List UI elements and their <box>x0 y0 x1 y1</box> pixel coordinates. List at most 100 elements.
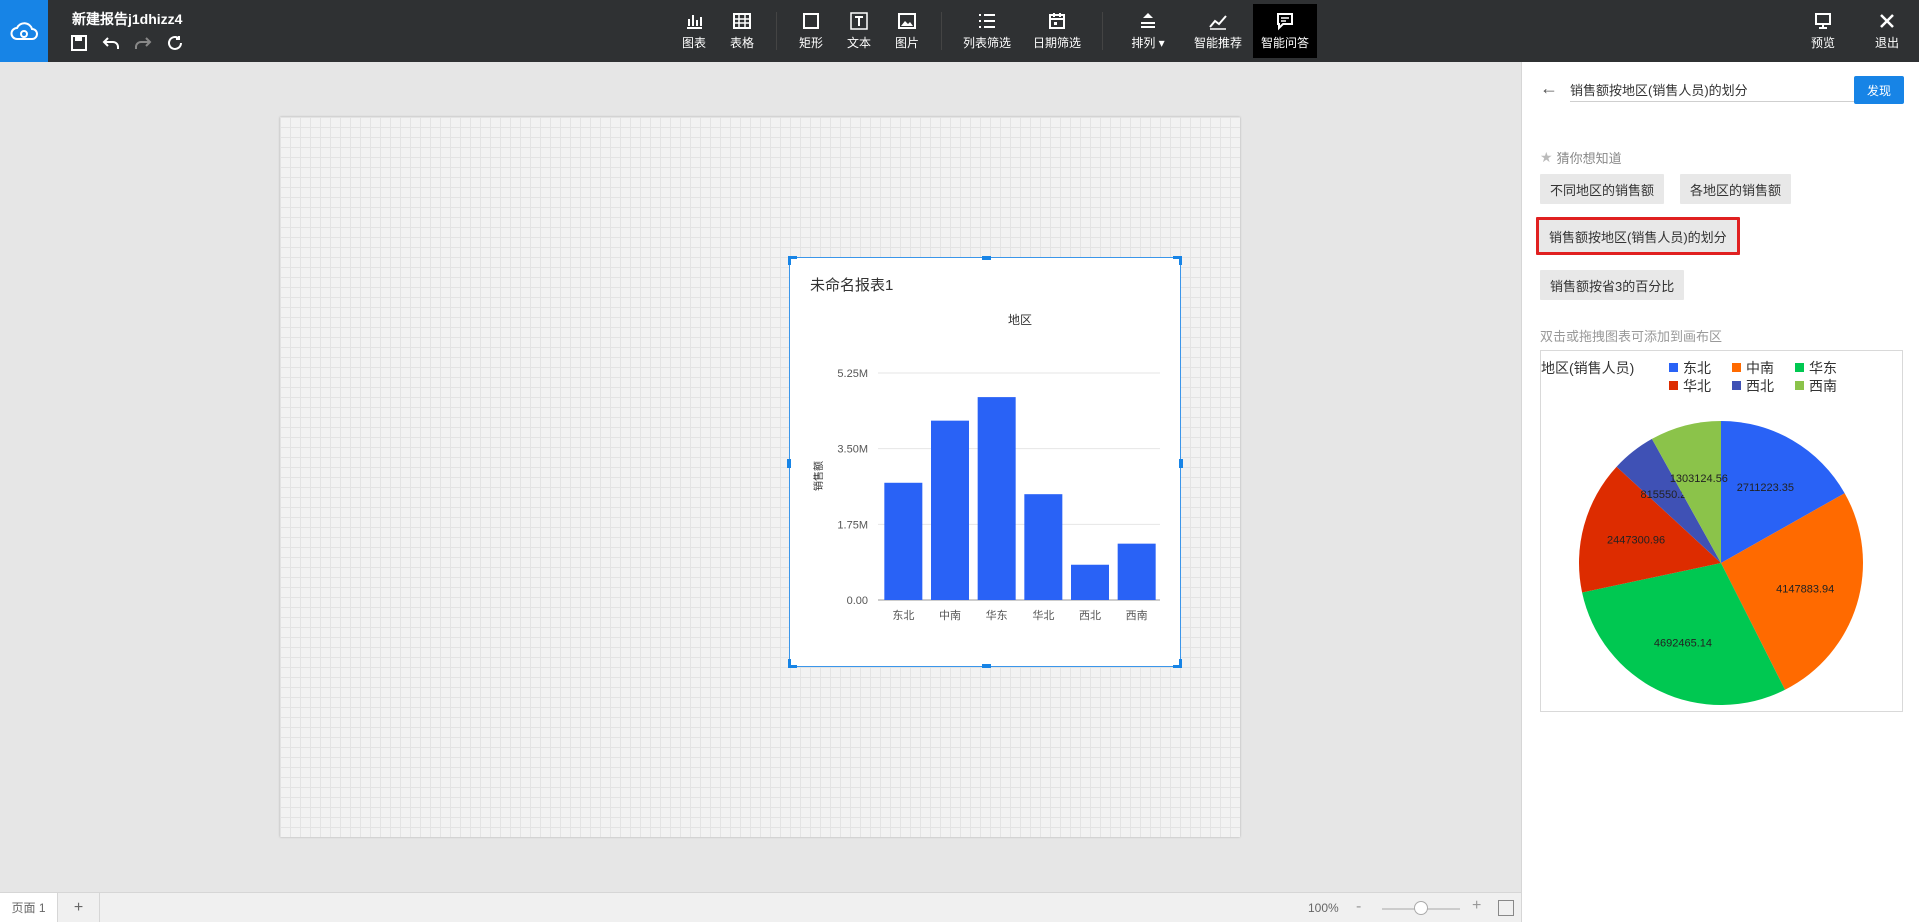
save-icon[interactable] <box>70 34 88 52</box>
resize-handle-top-left-v[interactable] <box>788 256 791 265</box>
bar-东北 <box>884 482 923 600</box>
legend-swatch <box>1669 381 1678 390</box>
top-toolbar: 新建报告j1dhizz4 图表 表格 矩形 文本 图片 列表筛选 日期筛选 排列… <box>0 0 1919 62</box>
pie-chart-preview[interactable]: 地区(销售人员) 东北 中南 华东 华北 西北 西南 2711223.35 4147883.94… <box>1540 350 1903 712</box>
arrange-icon <box>1141 13 1155 28</box>
legend-label: 西南 <box>1809 378 1837 394</box>
suggestion-chip[interactable]: 各地区的销售额 <box>1680 174 1792 204</box>
preview-button[interactable]: 预览 <box>1791 0 1855 62</box>
zoom-out-button[interactable]: - <box>1356 898 1361 916</box>
bar-华东 <box>977 397 1016 600</box>
exit-button[interactable]: 退出 <box>1855 0 1919 62</box>
trend-icon <box>1209 15 1227 30</box>
zoom-level: 100% <box>1308 901 1339 915</box>
x-tick-label: 华北 <box>1032 608 1054 622</box>
chart-widget[interactable]: 未命名报表1 地区 销售额 0.00 1.75M 3.50M 5.25M 东北 中南 华东 华北西… <box>787 256 1183 668</box>
window-actions: 预览 退出 <box>1791 0 1919 62</box>
resize-handle-left[interactable] <box>787 459 791 468</box>
x-tick-label: 中南 <box>939 609 961 622</box>
chevron-down-icon: ▾ <box>1155 36 1165 50</box>
bar-华北 <box>1024 494 1063 600</box>
legend-swatch <box>1732 381 1741 390</box>
page-bar: 页面 1 + 100% - + <box>0 892 1521 922</box>
legend-title: 地区(销售人员) <box>1541 360 1634 376</box>
query-input[interactable]: 销售额按地区(销售人员)的划分 <box>1570 76 1900 102</box>
list-filter-icon <box>979 14 995 28</box>
chat-icon <box>1277 13 1293 31</box>
resize-handle-right[interactable] <box>1179 459 1183 468</box>
pie-chart: 地区(销售人员) 东北 中南 华东华北 西北 西南 2711223.35 4147883.94… <box>1541 360 1863 705</box>
y-axis-label: 销售额 <box>812 461 825 491</box>
drag-hint: 双击或拖拽图表可添加到画布区 <box>1540 329 1723 344</box>
suggestion-chip-selected[interactable]: 销售额按地区(销售人员)的划分 <box>1536 217 1740 255</box>
tool-text[interactable]: 文本 <box>835 0 883 62</box>
tool-date-filter[interactable]: 日期筛选 <box>1022 0 1092 62</box>
cloud-logo-icon[interactable] <box>0 0 48 62</box>
legend-label: 华东 <box>1809 360 1837 376</box>
bar-西南 <box>1117 543 1156 600</box>
tool-arrange[interactable]: 排列 ▾ <box>1113 0 1183 62</box>
undo-icon[interactable] <box>102 34 120 52</box>
bar-西北 <box>1071 564 1109 600</box>
y-tick-label: 1.75M <box>837 519 868 531</box>
image-icon <box>898 13 916 29</box>
text-icon <box>850 12 868 30</box>
zoom-slider-handle[interactable] <box>1414 901 1428 915</box>
x-tick-label: 华东 <box>986 608 1008 622</box>
tool-rectangle[interactable]: 矩形 <box>787 0 835 62</box>
suggestion-chip[interactable]: 不同地区的销售额 <box>1540 174 1665 204</box>
legend-label: 西北 <box>1746 378 1774 394</box>
y-tick-label: 5.25M <box>837 368 868 380</box>
page-tab[interactable]: 页面 1 <box>0 893 58 922</box>
resize-handle-bottom[interactable] <box>982 664 991 668</box>
resize-handle-bottom-left-v[interactable] <box>788 659 791 668</box>
tool-image[interactable]: 图片 <box>883 0 931 62</box>
x-tick-label: 西北 <box>1079 609 1101 622</box>
slice-label: 1303124.56 <box>1670 473 1728 485</box>
resize-handle-bottom-right-v[interactable] <box>1179 659 1182 668</box>
fit-screen-icon[interactable] <box>1498 900 1514 916</box>
legend-swatch <box>1795 363 1804 372</box>
smart-qa-panel: ← 销售额按地区(销售人员)的划分 发现 ★ 猜你想知道 不同地区的销售额 各地… <box>1521 62 1919 922</box>
slice-label: 4692465.14 <box>1654 637 1712 649</box>
legend-swatch <box>1795 381 1804 390</box>
resize-handle-top[interactable] <box>982 256 991 260</box>
legend-label: 华北 <box>1683 378 1711 394</box>
legend-label: 中南 <box>1746 360 1774 376</box>
x-tick-label: 西南 <box>1126 609 1148 622</box>
discover-button[interactable]: 发现 <box>1854 76 1904 104</box>
guess-heading: ★ 猜你想知道 <box>1540 149 1622 166</box>
bar-chart: 地区销售额 0.00 1.75M 3.50M 5.25M 东北 中南 华东 华北 西北 西南 <box>812 313 1160 622</box>
toolbar-divider <box>1102 12 1103 50</box>
legend-swatch <box>1732 363 1741 372</box>
resize-handle-top-right-v[interactable] <box>1179 256 1182 265</box>
report-title[interactable]: 新建报告j1dhizz4 <box>72 9 182 29</box>
calendar-icon <box>1049 13 1065 29</box>
rectangle-icon <box>803 13 819 29</box>
zoom-in-button[interactable]: + <box>1472 897 1481 915</box>
tool-list-filter[interactable]: 列表筛选 <box>952 0 1022 62</box>
monitor-icon <box>1815 13 1831 29</box>
legend-label: 东北 <box>1683 360 1711 376</box>
table-icon <box>733 13 751 29</box>
x-tick-label: 东北 <box>892 609 914 622</box>
tool-table[interactable]: 表格 <box>718 0 766 62</box>
tool-smart-qa[interactable]: 智能问答 <box>1253 4 1317 58</box>
redo-icon[interactable] <box>134 34 152 52</box>
insert-tools: 图表 表格 矩形 文本 图片 列表筛选 日期筛选 排列 ▾ 智能推荐 智能问答 <box>670 0 1317 62</box>
slice-label: 2711223.35 <box>1737 482 1794 494</box>
add-page-button[interactable]: + <box>58 893 100 922</box>
quick-actions <box>70 34 184 52</box>
back-arrow-icon[interactable]: ← <box>1540 78 1558 99</box>
refresh-icon[interactable] <box>166 34 184 52</box>
slice-label: 2447300.96 <box>1607 535 1665 547</box>
close-icon <box>1880 14 1894 28</box>
legend-swatch <box>1669 363 1678 372</box>
toolbar-divider <box>776 12 777 50</box>
tool-chart[interactable]: 图表 <box>670 0 718 62</box>
toolbar-divider <box>941 12 942 50</box>
y-tick-label: 3.50M <box>837 444 868 456</box>
suggestion-chip[interactable]: 销售额按省3的百分比 <box>1540 270 1685 300</box>
tool-smart-recommend[interactable]: 智能推荐 <box>1183 0 1253 62</box>
star-icon: ★ <box>1540 149 1553 165</box>
